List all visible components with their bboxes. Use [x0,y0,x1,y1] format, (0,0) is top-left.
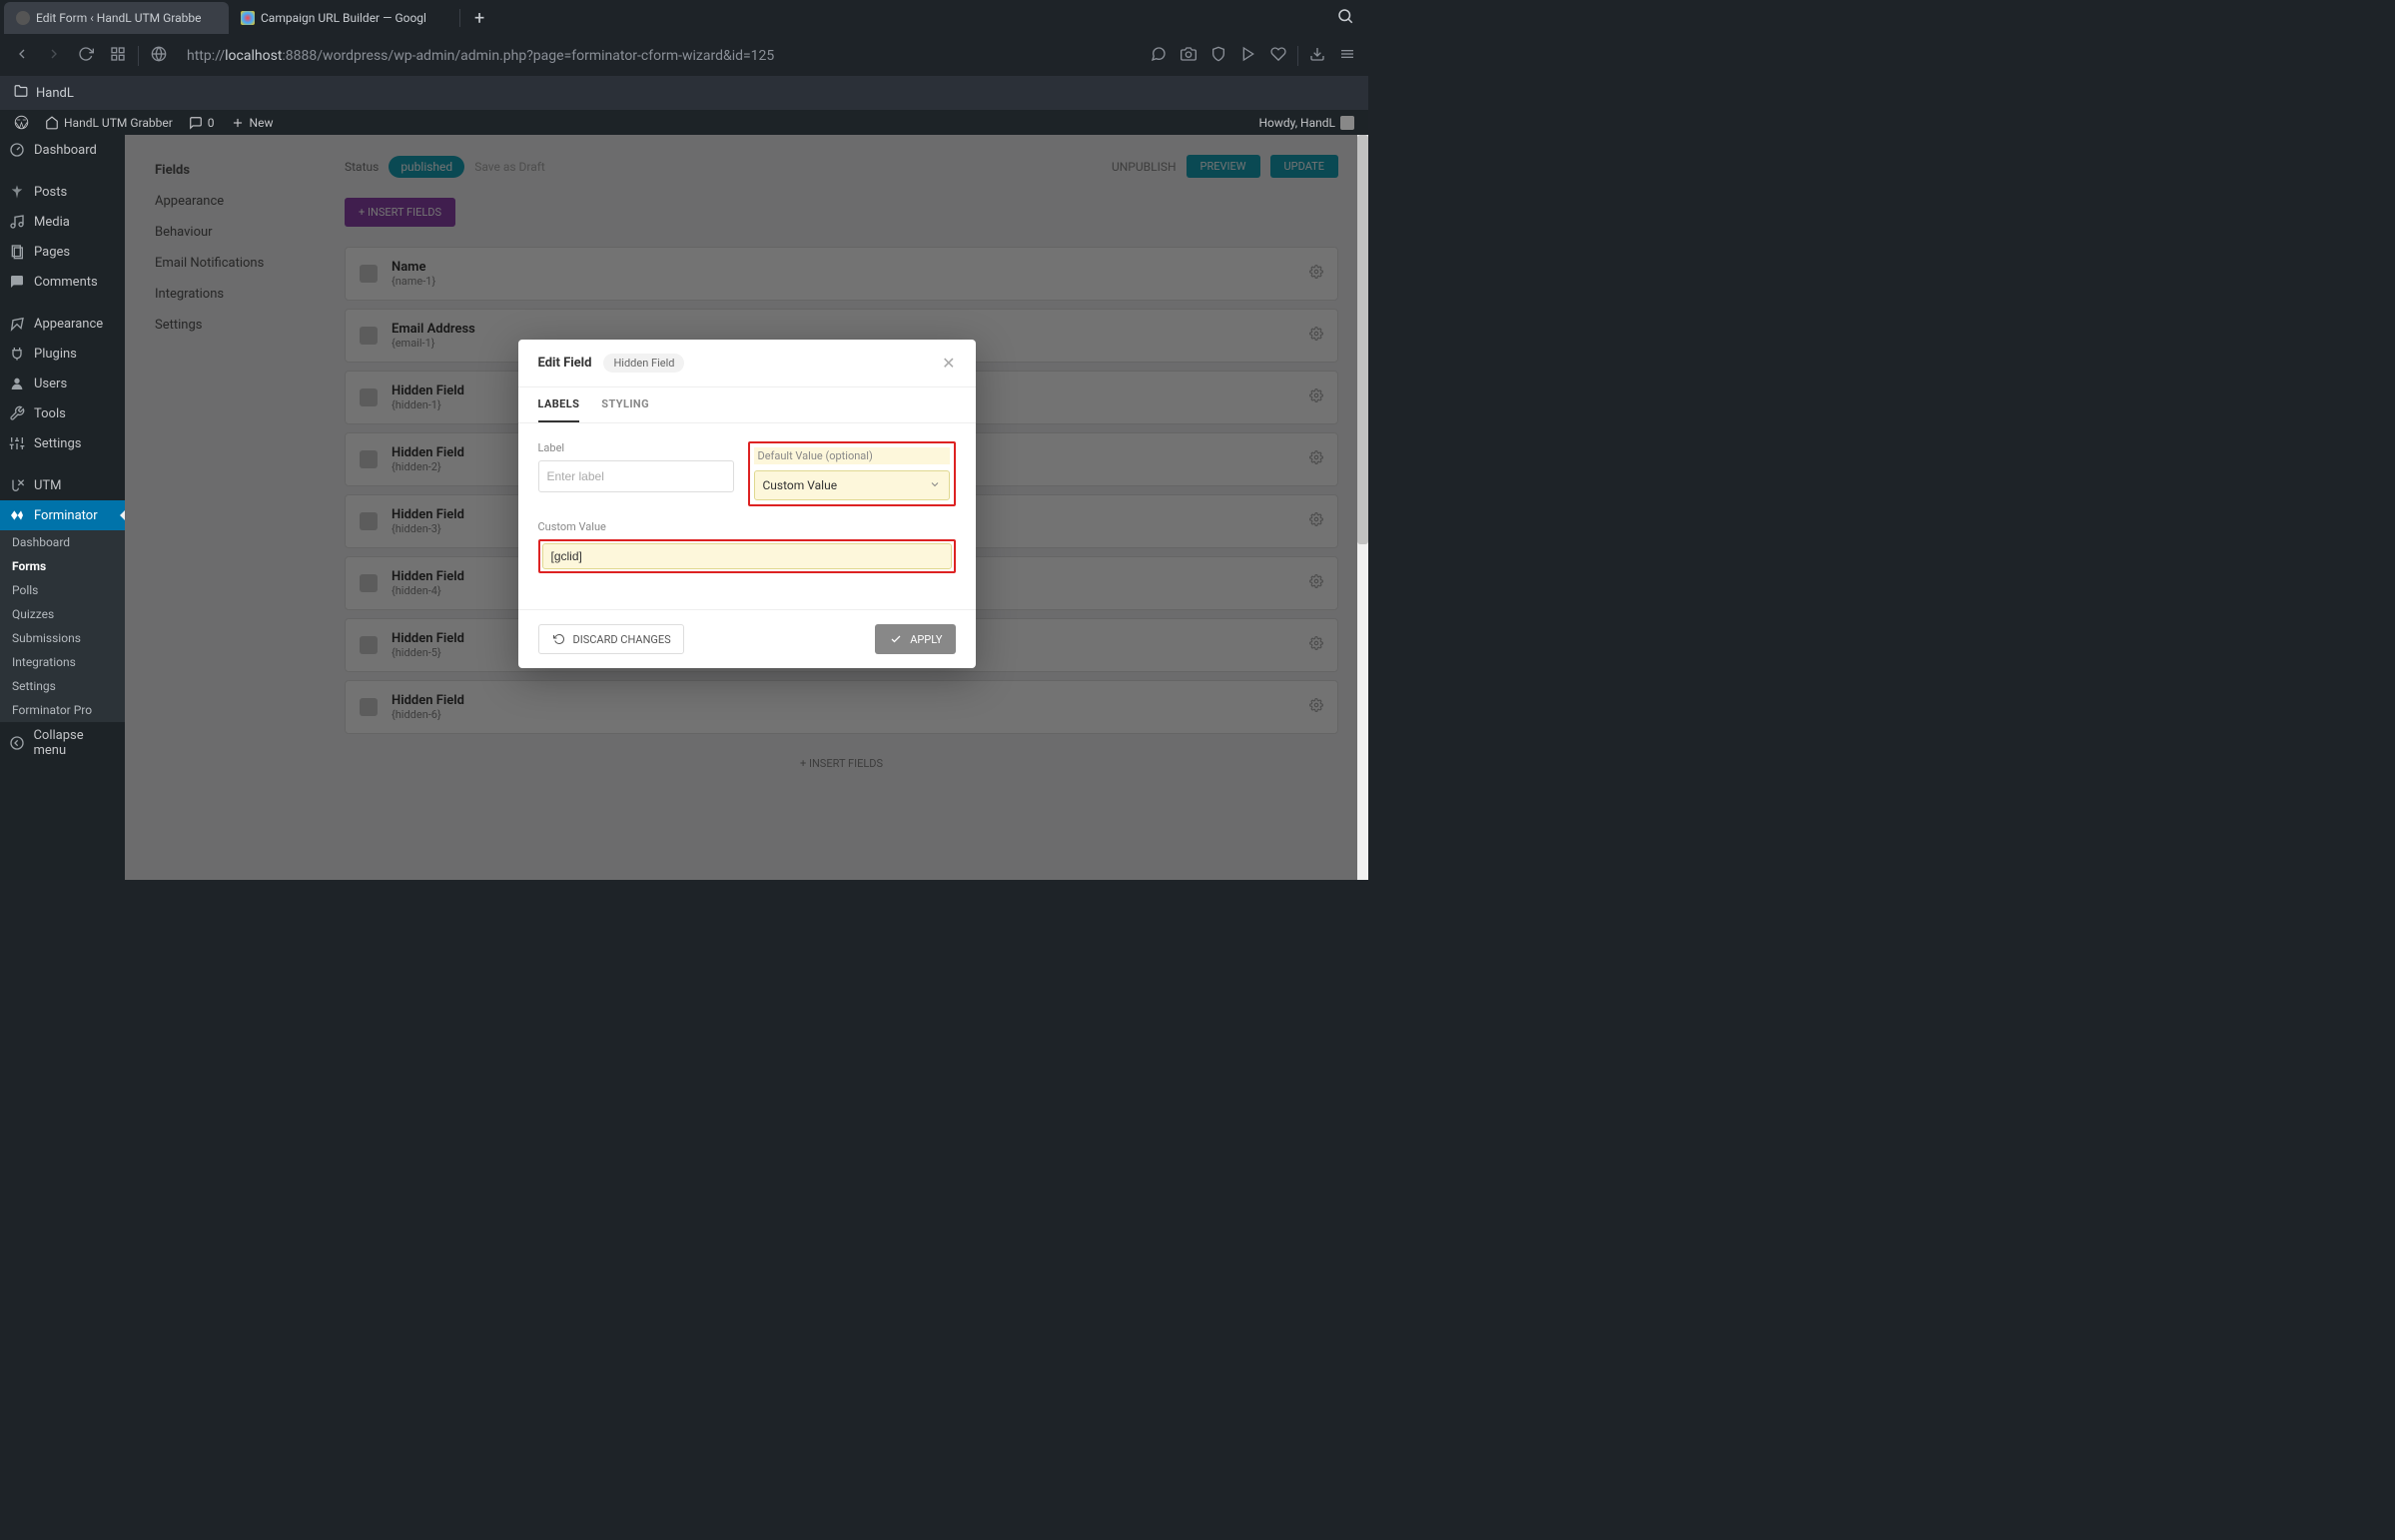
browser-chrome: Edit Form ‹ HandL UTM Grabbe Campaign UR… [0,0,1368,110]
sidebar-item-utm[interactable]: UTM [0,470,125,500]
wp-sidebar: Dashboard Posts Media Pages Comments App… [0,135,125,880]
new-link[interactable]: New [223,116,282,130]
pin-icon [8,183,26,201]
download-icon[interactable] [1306,46,1328,66]
modal-header: Edit Field Hidden Field ✕ [518,340,976,387]
media-icon [8,213,26,231]
sidebar-item-forminator[interactable]: Forminator [0,500,125,530]
forward-button[interactable] [42,46,66,66]
favicon-icon [16,11,30,25]
url-display[interactable]: http://localhost:8888/wordpress/wp-admin… [179,48,1140,64]
utm-icon [8,476,26,494]
submenu-pro[interactable]: Forminator Pro [0,698,125,722]
heart-icon[interactable] [1267,46,1289,66]
forminator-icon [8,506,26,524]
collapse-menu[interactable]: Collapse menu [0,722,125,764]
select-value: Custom Value [763,478,838,492]
submenu-forms[interactable]: Forms [0,554,125,578]
plugins-icon [8,345,26,363]
new-tab-button[interactable]: + [466,8,492,29]
tab-search-button[interactable] [1326,7,1364,29]
default-value-group: Default Value (optional) Custom Value [748,441,956,506]
check-icon [888,631,904,647]
tab-styling[interactable]: STYLING [601,387,649,422]
bookmark-folder[interactable]: HandL [36,86,74,101]
custom-value-label: Custom Value [538,520,956,533]
edit-field-modal: Edit Field Hidden Field ✕ LABELS STYLING… [518,340,976,668]
speed-dial-button[interactable] [106,46,130,66]
comments-icon [8,273,26,291]
label-field-group: Label [538,441,734,506]
submenu-quizzes[interactable]: Quizzes [0,602,125,626]
dashboard-icon [8,141,26,159]
reload-button[interactable] [74,46,98,66]
site-info-button[interactable] [147,46,171,66]
forminator-submenu: Dashboard Forms Polls Quizzes Submission… [0,530,125,722]
url-bar: http://localhost:8888/wordpress/wp-admin… [0,36,1368,76]
users-icon [8,375,26,392]
browser-tab[interactable]: Campaign URL Builder — Googl [229,2,453,34]
sidebar-item-pages[interactable]: Pages [0,237,125,267]
tab-strip: Edit Form ‹ HandL UTM Grabbe Campaign UR… [0,0,1368,36]
sidebar-item-media[interactable]: Media [0,207,125,237]
adblock-icon[interactable] [1207,46,1229,66]
wp-adminbar: HandL UTM Grabber 0 New Howdy, HandL [0,110,1368,135]
scrollbar[interactable] [1357,135,1368,880]
submenu-integrations[interactable]: Integrations [0,650,125,674]
modal-footer: DISCARD CHANGES APPLY [518,609,976,668]
submenu-settings[interactable]: Settings [0,674,125,698]
pages-icon [8,243,26,261]
chevron-down-icon [929,478,941,493]
discard-button[interactable]: DISCARD CHANGES [538,624,684,654]
appearance-icon [8,315,26,333]
site-link[interactable]: HandL UTM Grabber [37,116,181,130]
bookmark-bar: HandL [0,76,1368,110]
tab-labels[interactable]: LABELS [538,387,580,422]
screenshot-icon[interactable] [1178,46,1199,66]
collapse-icon [8,734,25,752]
sidebar-item-posts[interactable]: Posts [0,177,125,207]
tab-title: Edit Form ‹ HandL UTM Grabbe [36,11,217,25]
tab-title: Campaign URL Builder — Googl [261,11,441,25]
modal-tabs: LABELS STYLING [518,387,976,423]
back-button[interactable] [10,46,34,66]
custom-value-input[interactable] [542,543,952,569]
tools-icon [8,404,26,422]
sidebar-item-dashboard[interactable]: Dashboard [0,135,125,165]
browser-tab-active[interactable]: Edit Form ‹ HandL UTM Grabbe [4,2,229,34]
modal-badge: Hidden Field [603,354,684,373]
close-icon[interactable]: ✕ [942,354,955,373]
howdy-link[interactable]: Howdy, HandL [1250,116,1362,130]
sidebar-item-users[interactable]: Users [0,369,125,398]
sidebar-item-appearance[interactable]: Appearance [0,309,125,339]
sidebar-item-settings[interactable]: Settings [0,428,125,458]
sidebar-item-plugins[interactable]: Plugins [0,339,125,369]
settings-icon [8,434,26,452]
favicon-icon [241,11,255,25]
submenu-dashboard[interactable]: Dashboard [0,530,125,554]
avatar [1340,116,1354,130]
sidebar-item-tools[interactable]: Tools [0,398,125,428]
label-field-label: Label [538,441,734,454]
menu-button[interactable] [1336,46,1358,66]
default-value-label: Default Value (optional) [754,447,950,464]
send-icon[interactable] [1237,46,1259,66]
undo-icon [551,631,567,647]
submenu-submissions[interactable]: Submissions [0,626,125,650]
submenu-polls[interactable]: Polls [0,578,125,602]
apply-button[interactable]: APPLY [875,624,955,654]
folder-icon [14,84,28,102]
wp-body: Fields Appearance Behaviour Email Notifi… [125,135,1368,880]
modal-title: Edit Field [538,356,592,371]
wp-logo[interactable] [6,115,37,130]
sidebar-item-comments[interactable]: Comments [0,267,125,297]
default-value-select[interactable]: Custom Value [754,470,950,500]
messages-icon[interactable] [1148,46,1170,66]
label-input[interactable] [538,460,734,492]
comments-link[interactable]: 0 [181,116,223,130]
